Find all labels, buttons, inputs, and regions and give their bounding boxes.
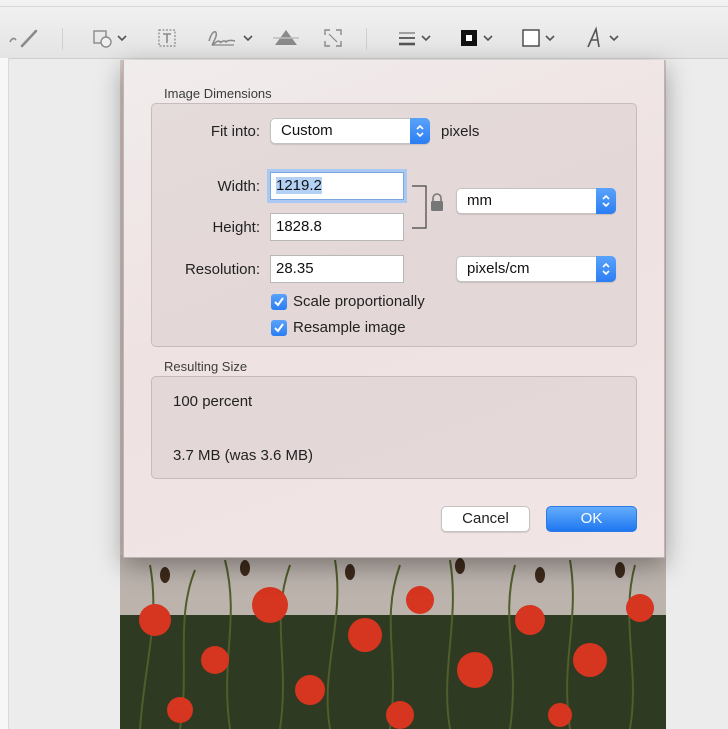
shape-style-icon (399, 32, 415, 46)
text-icon (158, 29, 176, 47)
width-field[interactable]: 1219.2 (270, 172, 404, 200)
height-value: 1828.8 (276, 218, 322, 235)
sketch-icon (9, 29, 38, 48)
popup-stepper-icon (596, 256, 616, 282)
chevron-down-icon (483, 35, 493, 42)
popup-stepper-icon (596, 188, 616, 214)
ok-button[interactable]: OK (546, 506, 637, 532)
image-size-dialog: Image Dimensions Fit into: Custom pixels… (123, 60, 665, 558)
scale-proportionally-checkbox[interactable]: Scale proportionally (271, 293, 425, 310)
adjust-size-icon (324, 29, 342, 47)
width-value: 1219.2 (276, 177, 322, 194)
chevron-down-icon (421, 35, 431, 42)
resolution-value: 28.35 (276, 260, 314, 277)
sketch-tool[interactable] (8, 25, 42, 51)
border-color-tool[interactable] (458, 25, 493, 51)
toolbar-top-border (0, 6, 728, 7)
resolution-label: Resolution: (184, 261, 260, 278)
text-style-icon (587, 26, 600, 48)
height-field[interactable]: 1828.8 (270, 213, 404, 241)
text-tool[interactable] (156, 25, 178, 51)
resample-image-label: Resample image (293, 319, 406, 336)
popup-stepper-icon (410, 118, 430, 144)
border-color-icon (461, 30, 477, 46)
sign-tool[interactable] (206, 25, 253, 51)
fit-into-value: Custom (281, 122, 333, 139)
resulting-size-title: Resulting Size (164, 359, 248, 374)
text-style-tool[interactable] (584, 25, 619, 51)
width-label: Width: (217, 178, 260, 195)
lock-icon (431, 193, 443, 211)
fit-into-popup[interactable]: Custom (270, 118, 430, 144)
adjust-color-tool[interactable] (272, 25, 300, 51)
dimension-unit-value: mm (467, 192, 492, 209)
adjust-size-tool[interactable] (322, 25, 344, 51)
cancel-button[interactable]: Cancel (441, 506, 530, 532)
fill-color-tool[interactable] (520, 25, 555, 51)
resolution-field[interactable]: 28.35 (270, 255, 404, 283)
chevron-down-icon (545, 35, 555, 42)
result-filesize: 3.7 MB (was 3.6 MB) (173, 447, 314, 464)
resolution-unit-popup[interactable]: pixels/cm (456, 256, 616, 282)
adjust-color-icon (273, 30, 299, 45)
toolbar-separator (62, 28, 63, 50)
dimension-unit-popup[interactable]: mm (456, 188, 616, 214)
image-dimensions-title: Image Dimensions (164, 86, 272, 101)
toolbar-separator (366, 28, 367, 50)
chevron-down-icon (243, 35, 253, 42)
height-label: Height: (212, 219, 260, 236)
sign-icon (208, 31, 236, 46)
shapes-icon (93, 30, 112, 48)
chevron-down-icon (609, 35, 619, 42)
shapes-tool[interactable] (92, 25, 127, 51)
scale-proportionally-label: Scale proportionally (293, 293, 425, 310)
shape-style-tool[interactable] (396, 25, 431, 51)
result-percent: 100 percent (173, 393, 253, 410)
fit-into-label: Fit into: (210, 123, 260, 140)
aspect-lock[interactable] (408, 184, 448, 230)
chevron-down-icon (117, 35, 127, 42)
resample-image-checkbox[interactable]: Resample image (271, 319, 406, 336)
fit-into-unit: pixels (441, 123, 480, 140)
sidebar-gutter (0, 58, 9, 729)
checkmark-icon (271, 293, 287, 310)
fill-color-icon (522, 29, 540, 47)
markup-toolbar (0, 0, 728, 59)
checkmark-icon (271, 319, 287, 336)
resolution-unit-value: pixels/cm (467, 260, 530, 277)
